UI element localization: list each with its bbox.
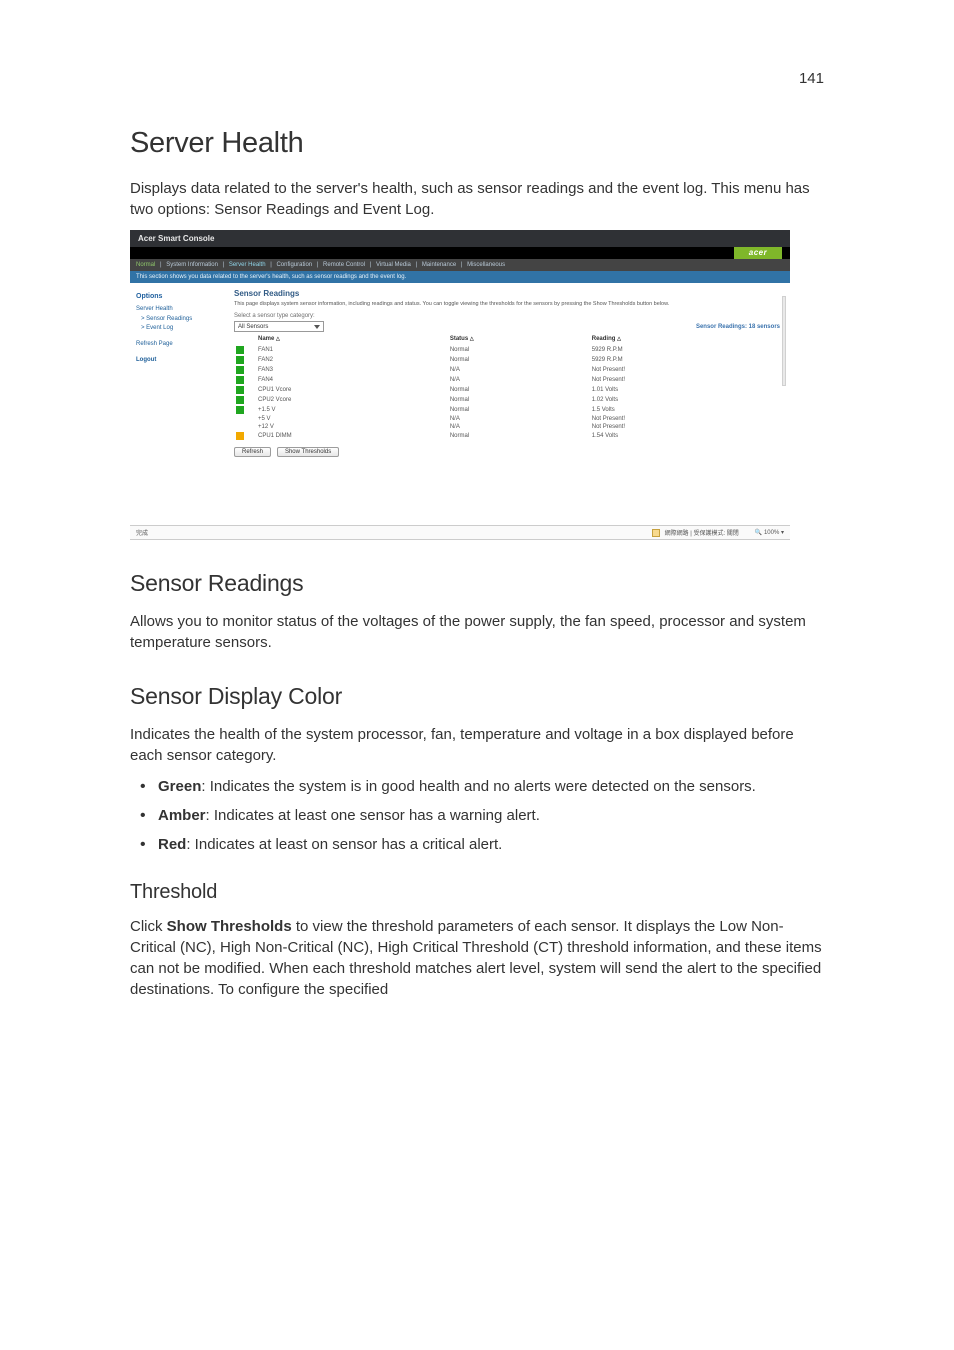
- sidebar-logout[interactable]: Logout: [136, 357, 226, 363]
- sidebar-item-sensor-readings[interactable]: > Sensor Readings: [141, 316, 226, 322]
- blue-info-strip: This section shows you data related to t…: [130, 271, 790, 283]
- sidebar-heading-options: Options: [136, 293, 226, 300]
- zoom-level[interactable]: 🔍 100% ▾: [755, 529, 784, 536]
- heading-sensor-readings: Sensor Readings: [130, 570, 824, 597]
- table-row: +12 VN/ANot Present!: [234, 423, 780, 431]
- col-reading[interactable]: Reading △: [590, 334, 780, 345]
- status-swatch: [236, 376, 244, 384]
- main-title-sensor-readings: Sensor Readings: [234, 287, 780, 301]
- table-row: CPU1 DIMMNormal1.54 Volts: [234, 431, 780, 441]
- scrollbar[interactable]: [782, 296, 786, 386]
- table-row: FAN4N/ANot Present!: [234, 375, 780, 385]
- status-swatch: [236, 386, 244, 394]
- sensor-readings-table: Name △ Status △ Reading △ FAN1Normal5929…: [234, 334, 780, 441]
- main-panel: Sensor Readings This page displays syste…: [234, 287, 784, 457]
- internet-zone-icon: [652, 529, 660, 537]
- status-swatch: [236, 346, 244, 354]
- table-row: +1.5 VNormal1.5 Volts: [234, 405, 780, 415]
- bullet-amber: Amber: Indicates at least one sensor has…: [158, 805, 824, 826]
- status-swatch: [236, 406, 244, 414]
- tab-configuration[interactable]: Configuration: [276, 262, 312, 268]
- intro-paragraph: Displays data related to the server's he…: [130, 178, 824, 220]
- tab-maintenance[interactable]: Maintenance: [422, 262, 456, 268]
- status-normal: Normal: [136, 262, 155, 268]
- paragraph-sensor-display-color: Indicates the health of the system proce…: [130, 724, 824, 766]
- show-thresholds-button[interactable]: Show Thresholds: [277, 447, 339, 457]
- screenshot-acer-smart-console: Acer Smart Console acer Normal | System …: [130, 230, 790, 540]
- acer-logo: acer: [734, 247, 782, 259]
- table-row: CPU2 VcoreNormal1.02 Volts: [234, 395, 780, 405]
- status-swatch: [236, 356, 244, 364]
- tab-system-information[interactable]: System Information: [166, 262, 218, 268]
- paragraph-threshold: Click Show Thresholds to view the thresh…: [130, 916, 824, 1000]
- table-row: FAN2Normal5929 R.P.M: [234, 355, 780, 365]
- tab-virtual-media[interactable]: Virtual Media: [376, 262, 411, 268]
- browser-status-bar: 完成 網際網路 | 受保護模式: 關閉 🔍 100% ▾: [130, 525, 790, 539]
- heading-server-health: Server Health: [130, 127, 824, 160]
- bullet-green: Green: Indicates the system is in good h…: [158, 776, 824, 797]
- table-row: CPU1 VcoreNormal1.01 Volts: [234, 385, 780, 395]
- sidebar-item-event-log[interactable]: > Event Log: [141, 325, 226, 331]
- status-swatch: [236, 366, 244, 374]
- table-row: FAN1Normal5929 R.P.M: [234, 345, 780, 356]
- heading-sensor-display-color: Sensor Display Color: [130, 683, 824, 710]
- color-bullets-list: Green: Indicates the system is in good h…: [130, 776, 824, 855]
- window-title-bar: Acer Smart Console: [130, 230, 790, 247]
- sidebar-refresh-page[interactable]: Refresh Page: [136, 341, 226, 347]
- main-description: This page displays system sensor informa…: [234, 301, 780, 307]
- heading-threshold: Threshold: [130, 881, 824, 904]
- col-name[interactable]: Name △: [256, 334, 448, 345]
- tab-server-health[interactable]: Server Health: [229, 262, 266, 268]
- status-text-left: 完成: [136, 528, 148, 537]
- tab-bar: Normal | System Information | Server Hea…: [130, 259, 790, 271]
- status-swatch: [236, 396, 244, 404]
- table-row: +5 VN/ANot Present!: [234, 415, 780, 423]
- tab-miscellaneous[interactable]: Miscellaneous: [467, 262, 505, 268]
- page-number: 141: [130, 70, 824, 87]
- table-row: FAN3N/ANot Present!: [234, 365, 780, 375]
- tab-remote-control[interactable]: Remote Control: [323, 262, 365, 268]
- paragraph-sensor-readings: Allows you to monitor status of the volt…: [130, 611, 824, 653]
- bullet-red: Red: Indicates at least on sensor has a …: [158, 834, 824, 855]
- col-status[interactable]: Status △: [448, 334, 590, 345]
- refresh-button[interactable]: Refresh: [234, 447, 271, 457]
- chevron-down-icon: [314, 325, 320, 329]
- status-swatch: [236, 432, 244, 440]
- status-zone-text: 網際網路 | 受保護模式: 關閉: [665, 528, 739, 537]
- select-label: Select a sensor type category:: [234, 313, 780, 319]
- sidebar: Options Server Health > Sensor Readings …: [136, 287, 226, 457]
- sidebar-item-server-health[interactable]: Server Health: [136, 306, 226, 312]
